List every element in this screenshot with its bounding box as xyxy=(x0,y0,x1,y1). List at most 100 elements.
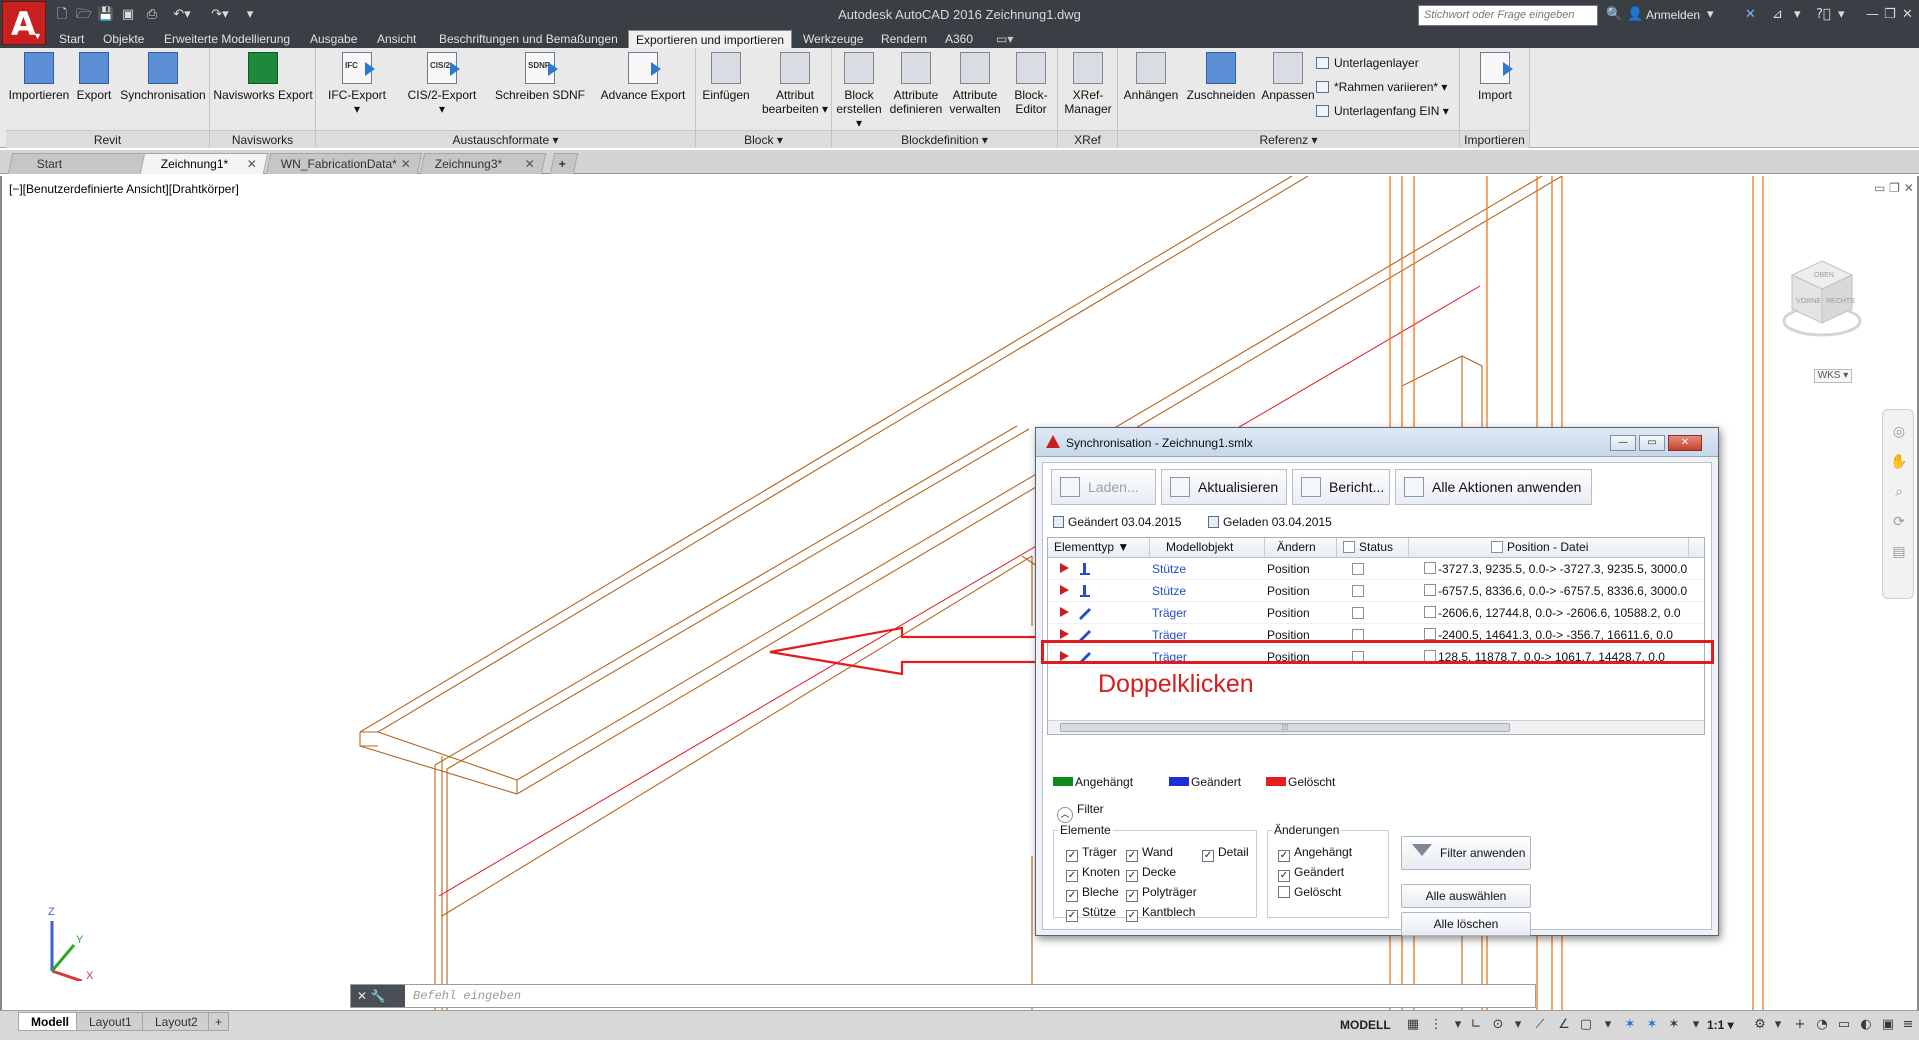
layout-tab-layout2[interactable]: Layout2 xyxy=(142,1012,211,1031)
checkbox-stuetze[interactable]: ✓ Stütze xyxy=(1066,905,1116,922)
attribute-definieren-button[interactable]: Attribute definieren xyxy=(888,52,944,116)
horizontal-scrollbar[interactable]: ⁞⁞⁞ xyxy=(1048,720,1704,734)
filter-expander[interactable]: ︿ Filter xyxy=(1057,802,1104,823)
add-layout-button[interactable]: + xyxy=(208,1012,230,1031)
a360-icon[interactable]: ⊿ xyxy=(1772,6,1783,24)
dropdown-icon[interactable]: ▾ xyxy=(1510,1017,1526,1033)
save-as-icon[interactable]: ▣ xyxy=(118,6,138,24)
position-checkbox[interactable] xyxy=(1424,628,1436,640)
position-checkbox[interactable] xyxy=(1424,584,1436,596)
search-icon[interactable]: 🔍 xyxy=(1606,6,1622,24)
print-icon[interactable]: ⎙ xyxy=(142,6,162,24)
tab-beschriftungen[interactable]: Beschriftungen und Bemaßungen xyxy=(432,30,625,48)
alle-auswaehlen-button[interactable]: Alle auswählen xyxy=(1401,884,1531,908)
new-file-icon[interactable]: 🗋 xyxy=(52,6,72,24)
showmotion-icon[interactable]: ▤ xyxy=(1890,544,1908,562)
checkbox-geloescht[interactable]: Gelöscht xyxy=(1278,885,1341,899)
tab-werkzeuge[interactable]: Werkzeuge xyxy=(796,30,870,48)
attribut-bearbeiten-button[interactable]: Attribut bearbeiten ▾ xyxy=(760,52,830,116)
redo-icon[interactable]: ↷▾ xyxy=(206,6,234,24)
column-position[interactable]: Position - Datei xyxy=(1409,538,1689,557)
close-icon[interactable]: ✕ xyxy=(1668,435,1702,451)
column-modellobjekt[interactable]: Modellobjekt xyxy=(1150,538,1265,557)
close-tab-icon[interactable]: ✕ xyxy=(247,154,257,175)
workspace-gear-icon[interactable]: ⚙ xyxy=(1752,1017,1768,1033)
settings-icon[interactable]: 🔧 xyxy=(371,989,386,1003)
open-file-icon[interactable]: 🗁 xyxy=(74,6,94,24)
einfuegen-button[interactable]: Einfügen xyxy=(698,52,754,102)
dropdown-icon[interactable]: ▾ xyxy=(1707,6,1714,24)
close-tab-icon[interactable]: ✕ xyxy=(525,154,535,175)
status-checkbox[interactable] xyxy=(1352,563,1364,575)
block-erstellen-button[interactable]: Block erstellen ▾ xyxy=(834,52,884,130)
tab-ansicht[interactable]: Ansicht xyxy=(370,30,423,48)
unterlagenlayer-button[interactable]: Unterlagenlayer xyxy=(1316,56,1419,70)
checkbox-geaendert[interactable]: ✓ Geändert xyxy=(1278,865,1344,882)
viewcube-icon[interactable]: OBEN VORNE RECHTS xyxy=(1782,251,1862,346)
close-tab-icon[interactable]: ✕ xyxy=(401,154,411,175)
table-row[interactable]: Stütze Position -3727.3, 9235.5, 0.0-> -… xyxy=(1048,558,1704,580)
attribute-verwalten-button[interactable]: Attribute verwalten xyxy=(946,52,1004,116)
importieren-button[interactable]: Importieren xyxy=(8,52,70,102)
checkbox-polytraeger[interactable]: ✓ Polyträger xyxy=(1126,885,1197,902)
tab-exportieren-importieren[interactable]: Exportieren und importieren xyxy=(628,30,793,48)
tab-start[interactable]: Start xyxy=(52,30,91,48)
cis2-export-button[interactable]: CIS/2 CIS/2-Export ▾ xyxy=(404,52,480,116)
command-line-controls[interactable]: ✕ 🔧 xyxy=(351,985,405,1007)
viewport-controls-label[interactable]: [−][Benutzerdefinierte Ansicht][Drahtkör… xyxy=(9,182,239,196)
block-editor-button[interactable]: Block- Editor xyxy=(1008,52,1054,116)
zoom-icon[interactable]: ⌕ xyxy=(1890,484,1908,502)
polar-tracking-icon[interactable]: ⊙ xyxy=(1490,1017,1506,1033)
doc-tab-zeichnung1[interactable]: Zeichnung1* ✕ xyxy=(139,153,269,175)
tab-ausgabe[interactable]: Ausgabe xyxy=(303,30,364,48)
position-checkbox[interactable] xyxy=(1424,606,1436,618)
checkbox-traeger[interactable]: ✓ Träger xyxy=(1066,845,1117,862)
orbit-icon[interactable]: ⟳ xyxy=(1890,514,1908,532)
table-row[interactable]: Träger Position -2606.6, 12744.8, 0.0-> … xyxy=(1048,602,1704,624)
quick-properties-icon[interactable]: ▭ xyxy=(1836,1017,1852,1033)
isolate-objects-icon[interactable]: ◐ xyxy=(1858,1017,1874,1033)
status-checkbox[interactable] xyxy=(1352,607,1364,619)
bericht-button[interactable]: Bericht... xyxy=(1292,469,1390,505)
checkbox-angehaengt[interactable]: ✓ Angehängt xyxy=(1278,845,1352,862)
export-button[interactable]: Export xyxy=(74,52,114,102)
checkbox-bleche[interactable]: ✓ Bleche xyxy=(1066,885,1119,902)
maximize-icon[interactable]: ▭ xyxy=(1639,435,1665,451)
user-icon[interactable]: 👤 xyxy=(1627,6,1643,24)
qat-customize-icon[interactable]: ▾ xyxy=(240,6,260,24)
alle-loeschen-button[interactable]: Alle löschen xyxy=(1401,912,1531,936)
dropdown-icon[interactable]: ▾ xyxy=(1770,1017,1786,1033)
checkbox-decke[interactable]: ✓ Decke xyxy=(1126,865,1176,882)
model-object-link[interactable]: Träger xyxy=(1152,602,1187,624)
doc-tab-start[interactable]: Start xyxy=(7,153,153,174)
annotation-scale-icon[interactable]: ✶ xyxy=(1666,1017,1682,1033)
new-tab-button[interactable]: + xyxy=(549,153,579,174)
minimize-icon[interactable]: — xyxy=(1610,435,1636,451)
position-checkbox[interactable] xyxy=(1424,562,1436,574)
snap-mode-icon[interactable]: ⋮ xyxy=(1428,1017,1444,1033)
tab-a360[interactable]: A360 xyxy=(938,30,980,48)
dropdown-icon[interactable]: ▾ xyxy=(1450,1017,1466,1033)
command-input[interactable]: Befehl eingeben xyxy=(413,989,521,1003)
tab-erweiterte-modellierung[interactable]: Erweiterte Modellierung xyxy=(157,30,297,48)
wcs-menu-button[interactable]: WKS ▾ xyxy=(1814,369,1852,383)
help-icon[interactable]: ?⃝ xyxy=(1816,6,1831,24)
table-row[interactable]: Stütze Position -6757.5, 8336.6, 0.0-> -… xyxy=(1048,580,1704,602)
search-input[interactable]: Stichwort oder Frage eingeben xyxy=(1418,5,1598,26)
minimize-icon[interactable]: — xyxy=(1866,6,1879,24)
checkbox-detail[interactable]: ✓ Detail xyxy=(1202,845,1249,862)
rahmen-variieren-button[interactable]: *Rahmen variieren* ▾ xyxy=(1316,80,1447,94)
signin-button[interactable]: Anmelden xyxy=(1646,8,1700,22)
status-checkbox[interactable] xyxy=(1352,585,1364,597)
close-icon[interactable]: ✕ xyxy=(1902,6,1913,24)
laden-button[interactable]: Laden... xyxy=(1051,469,1156,505)
autoscale-icon[interactable]: ✶ xyxy=(1644,1017,1660,1033)
anpassen-button[interactable]: Anpassen xyxy=(1258,52,1318,102)
annotation-monitor-icon[interactable]: + xyxy=(1792,1017,1808,1033)
ifc-export-button[interactable]: IFC IFC-Export ▾ xyxy=(324,52,390,116)
checkbox-knoten[interactable]: ✓ Knoten xyxy=(1066,865,1120,882)
customization-icon[interactable]: ≡ xyxy=(1900,1017,1916,1033)
anhaengen-button[interactable]: Anhängen xyxy=(1122,52,1180,102)
dialog-title-bar[interactable]: Synchronisation - Zeichnung1.smlx — ▭ ✕ xyxy=(1036,428,1718,457)
status-select-all-checkbox[interactable] xyxy=(1343,541,1355,553)
